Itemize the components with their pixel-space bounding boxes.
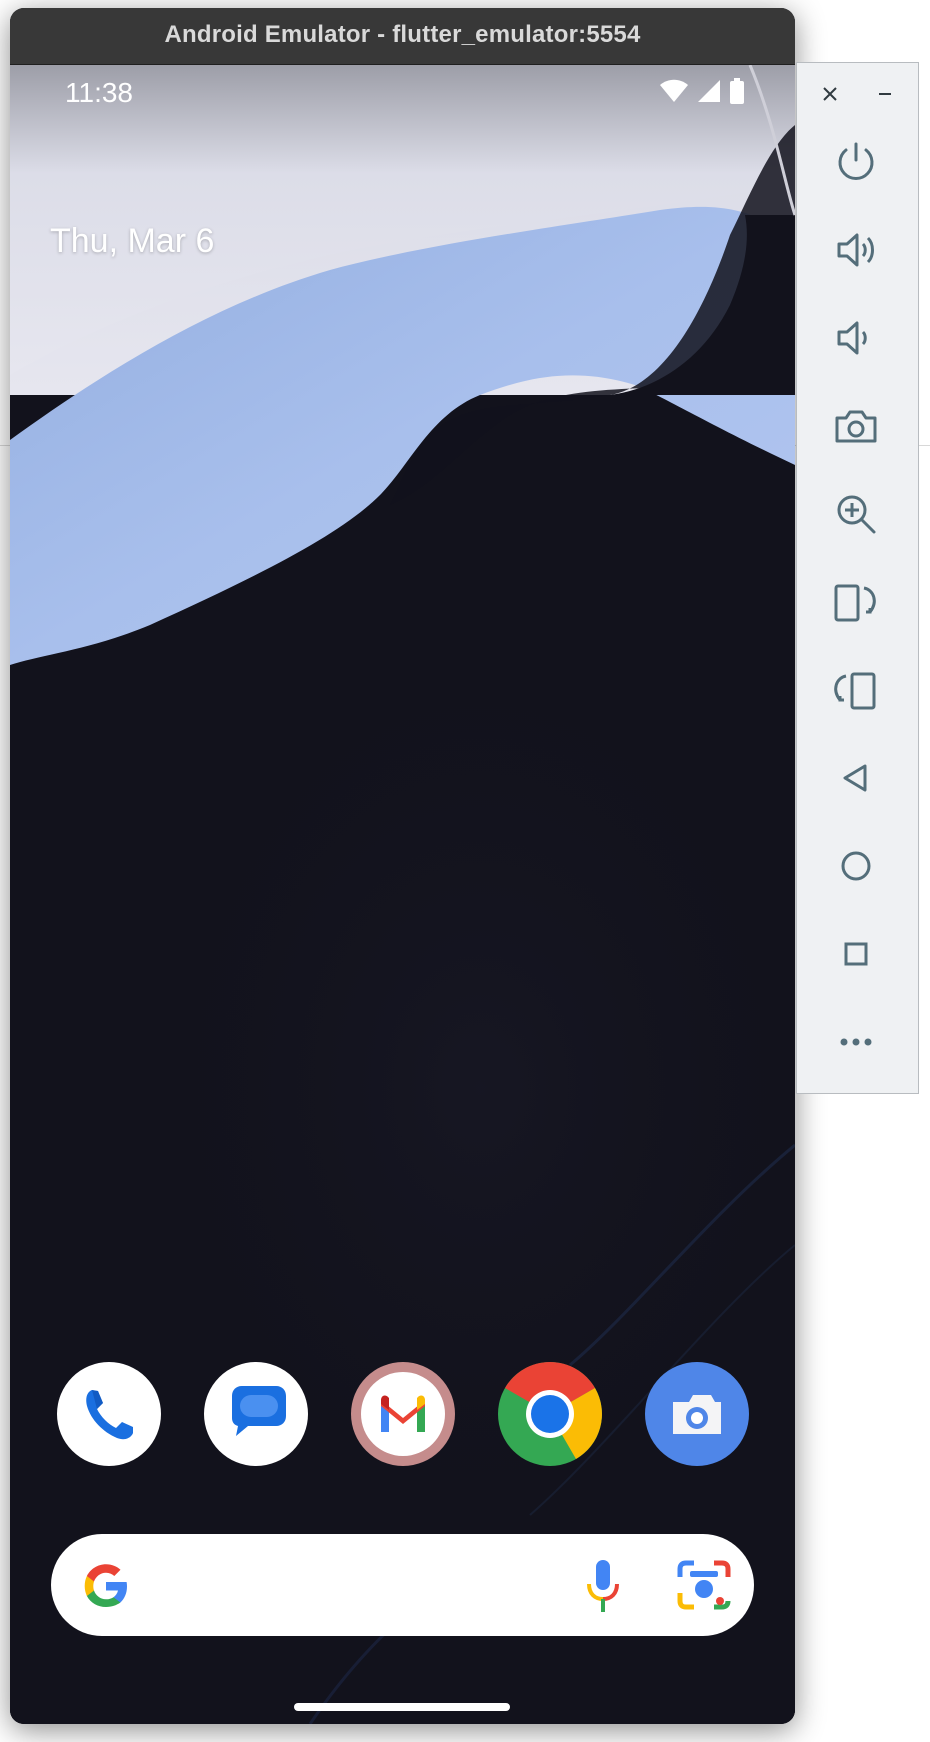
more-icon (840, 1038, 872, 1046)
more-button[interactable] (832, 1018, 880, 1066)
phone-icon (86, 1390, 133, 1440)
volume-up-button[interactable] (832, 226, 880, 274)
rotate-right-icon (834, 672, 876, 710)
google-search-bar[interactable] (51, 1534, 754, 1636)
status-time: 11:38 (65, 77, 133, 108)
gmail-icon (361, 1372, 445, 1456)
wifi-icon (660, 79, 688, 102)
screenshot-camera-icon (835, 410, 877, 443)
volume-down-button[interactable] (832, 314, 880, 362)
messages-app[interactable] (204, 1362, 308, 1466)
window-title: Android Emulator - flutter_emulator:5554 (10, 8, 795, 65)
minimize-icon[interactable] (875, 84, 895, 104)
close-icon[interactable] (820, 84, 840, 104)
panel-window-controls (797, 63, 918, 125)
gesture-nav-bar[interactable] (294, 1703, 510, 1711)
wallpaper (10, 65, 795, 1724)
camera-icon (673, 1395, 721, 1434)
home-icon (841, 851, 871, 881)
rotate-right-button[interactable] (832, 666, 880, 714)
home-date[interactable]: Thu, Mar 6 (50, 222, 214, 261)
gmail-app[interactable] (351, 1362, 455, 1466)
emulator-window: Android Emulator - flutter_emulator:5554 (10, 8, 795, 1724)
rotate-left-button[interactable] (832, 578, 880, 626)
volume-up-icon (837, 233, 874, 267)
battery-icon (730, 78, 744, 104)
device-screen[interactable]: 11:38 Thu, Mar 6 (10, 65, 795, 1724)
cellular-signal-icon (698, 80, 720, 102)
zoom-icon (837, 495, 876, 534)
rotate-left-icon (834, 584, 876, 622)
status-icons (659, 78, 745, 104)
camera-app[interactable] (645, 1362, 749, 1466)
home-button[interactable] (832, 842, 880, 890)
chrome-icon (498, 1362, 602, 1466)
google-g-icon (84, 1564, 127, 1607)
microphone-icon[interactable] (581, 1558, 625, 1614)
back-icon (843, 764, 867, 792)
chrome-app[interactable] (498, 1362, 602, 1466)
google-lens-icon[interactable] (676, 1559, 732, 1611)
power-icon (838, 142, 874, 180)
messages-icon (232, 1386, 286, 1436)
phone-app[interactable] (57, 1362, 161, 1466)
volume-down-icon (837, 321, 867, 355)
screenshot-button[interactable] (832, 402, 880, 450)
zoom-button[interactable] (832, 490, 880, 538)
app-dock (57, 1362, 749, 1468)
overview-icon (844, 942, 868, 966)
power-button[interactable] (832, 138, 880, 186)
back-button[interactable] (832, 754, 880, 802)
emulator-side-panel (796, 62, 919, 1094)
overview-button[interactable] (832, 930, 880, 978)
